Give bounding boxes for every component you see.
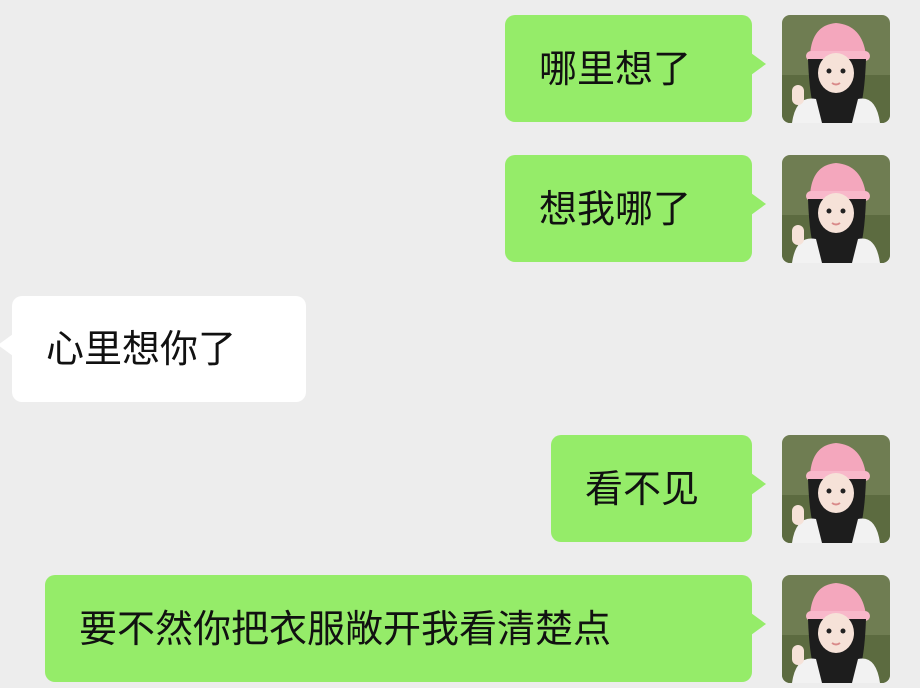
message-bubble-sent[interactable]: 哪里想了	[505, 15, 766, 122]
message-bubble-sent[interactable]: 想我哪了	[505, 155, 766, 262]
avatar[interactable]	[782, 435, 890, 543]
message-bubble-received[interactable]: 心里想你了	[0, 296, 306, 402]
message-text: 心里想你了	[46, 327, 237, 371]
user-avatar-photo-icon	[782, 155, 890, 263]
user-avatar-photo-icon	[782, 575, 890, 683]
message-bubble-sent[interactable]: 看不见	[551, 435, 766, 542]
chat-thread: 哪里想了 想我哪了 心里想你了 看不见 要不然你把衣服敞开我看清楚点	[0, 0, 920, 688]
message-text: 哪里想了	[539, 46, 692, 91]
avatar[interactable]	[782, 155, 890, 263]
message-text: 看不见	[585, 466, 700, 511]
message-bubble-sent[interactable]: 要不然你把衣服敞开我看清楚点	[45, 575, 766, 682]
message-text: 要不然你把衣服敞开我看清楚点	[79, 606, 612, 651]
avatar[interactable]	[782, 575, 890, 683]
user-avatar-photo-icon	[782, 15, 890, 123]
user-avatar-photo-icon	[782, 435, 890, 543]
message-text: 想我哪了	[539, 186, 692, 231]
avatar[interactable]	[782, 15, 890, 123]
